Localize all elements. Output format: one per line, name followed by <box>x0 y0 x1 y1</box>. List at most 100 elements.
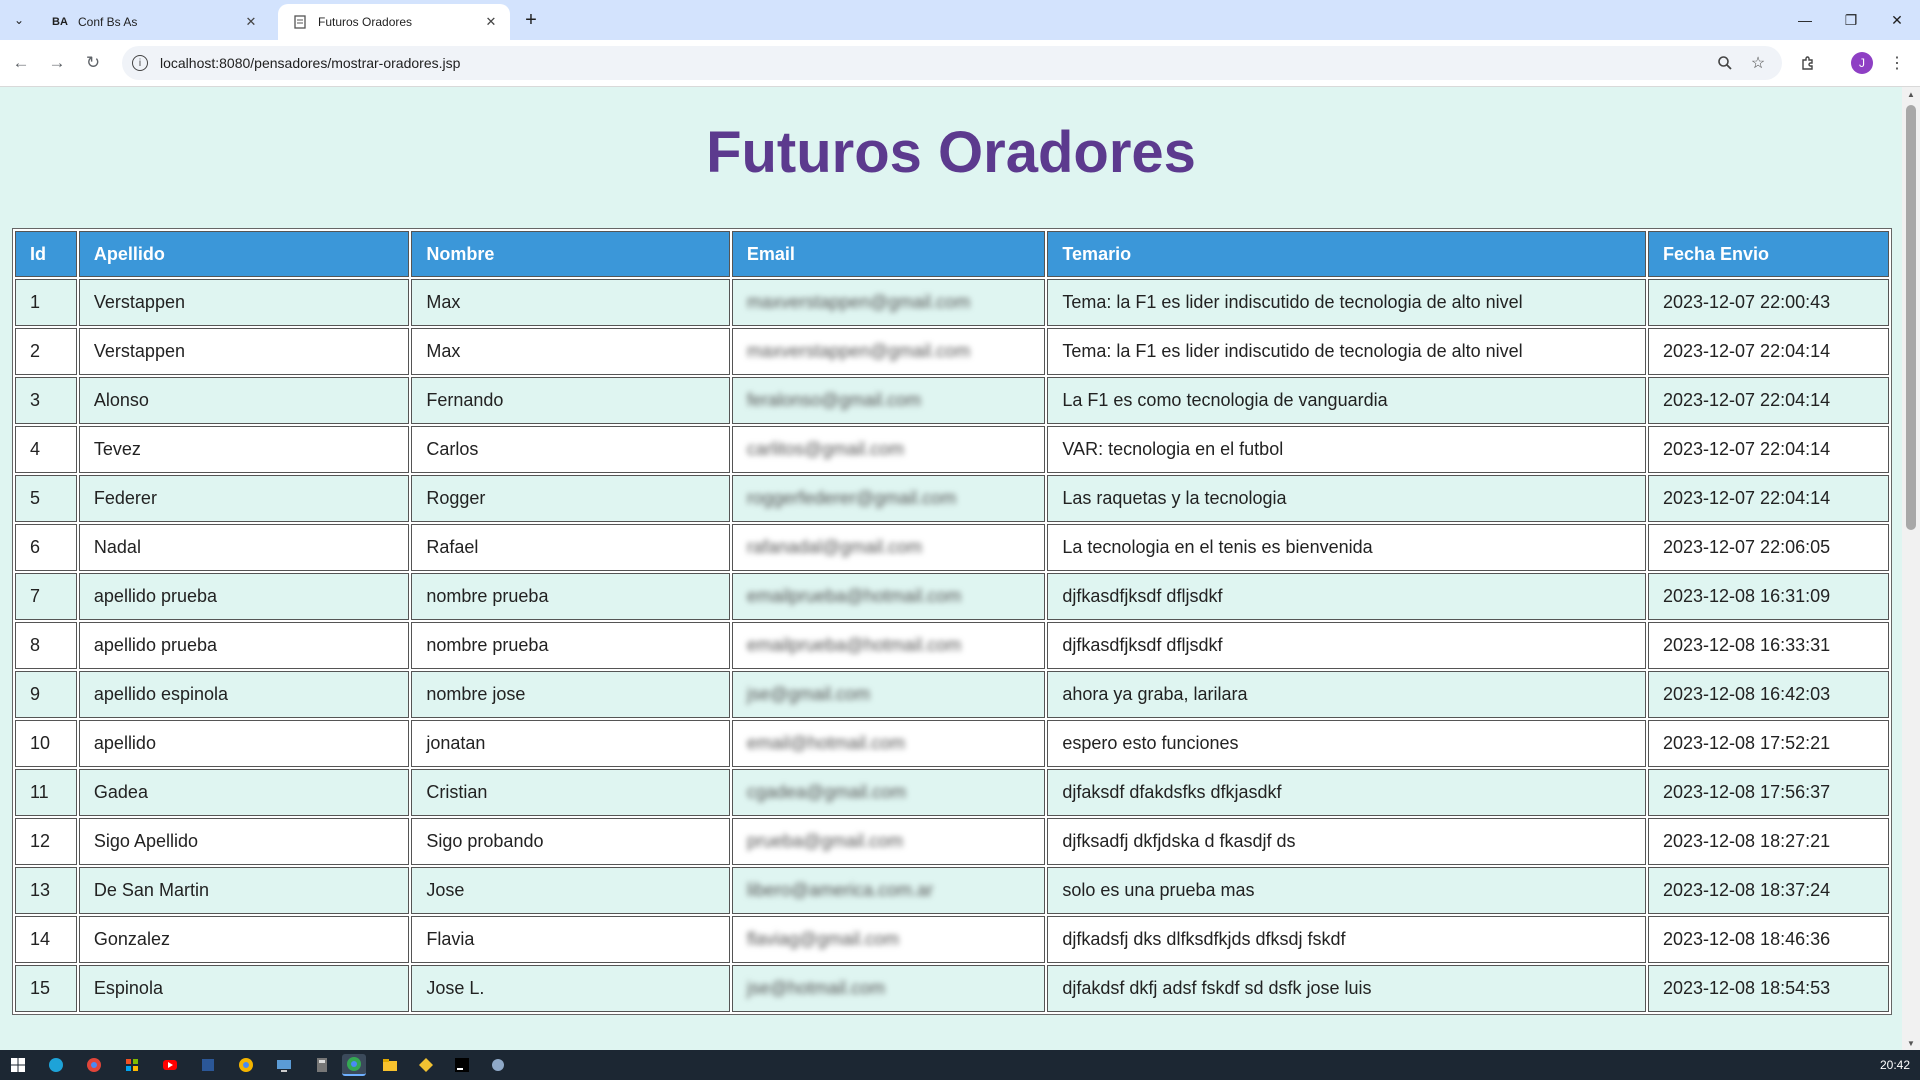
cell-email: feralonso@gmail.com <box>731 377 1046 424</box>
cell-email: prueba@gmail.com <box>731 818 1046 865</box>
cell-email: cgadea@gmail.com <box>731 769 1046 816</box>
email-value: carlitos@gmail.com <box>746 439 905 459</box>
git-icon[interactable] <box>414 1054 438 1076</box>
scrollbar-thumb[interactable] <box>1906 105 1916 530</box>
cell-nombre: Flavia <box>411 916 730 963</box>
minimize-icon[interactable]: — <box>1782 0 1828 40</box>
window-close-icon[interactable]: ✕ <box>1874 0 1920 40</box>
cell-id: 1 <box>15 279 77 326</box>
youtube-icon[interactable] <box>158 1054 182 1076</box>
column-header-email: Email <box>731 231 1046 277</box>
address-bar[interactable]: i localhost:8080/pensadores/mostrar-orad… <box>122 46 1782 80</box>
scroll-down-icon[interactable]: ▼ <box>1902 1036 1920 1050</box>
table-row: 7 apellido prueba nombre prueba emailprueba… <box>15 573 1889 620</box>
cell-temario: djfakdsf dkfj adsf fskdf sd dsfk jose lu… <box>1047 965 1646 1012</box>
cell-apellido: Verstappen <box>78 279 410 326</box>
cell-temario: Tema: la F1 es lider indiscutido de tecn… <box>1047 279 1646 326</box>
cell-nombre: Cristian <box>411 769 730 816</box>
page-scrollbar[interactable]: ▲ ▼ <box>1902 87 1920 1050</box>
cell-nombre: Jose L. <box>411 965 730 1012</box>
close-icon[interactable]: ✕ <box>242 13 260 31</box>
cell-temario: djfkasdfjksdf dfljsdkf <box>1047 573 1646 620</box>
remote-desktop-icon[interactable] <box>272 1054 296 1076</box>
cell-apellido: Verstappen <box>78 328 410 375</box>
site-info-icon[interactable]: i <box>132 55 148 71</box>
email-value: prueba@gmail.com <box>746 831 904 851</box>
close-icon[interactable]: ✕ <box>482 13 500 31</box>
start-icon[interactable] <box>6 1054 30 1076</box>
cell-nombre: Max <box>411 279 730 326</box>
new-tab-plus-icon[interactable]: + <box>520 9 542 31</box>
restore-icon[interactable]: ❐ <box>1828 0 1874 40</box>
chrome-active-icon[interactable] <box>342 1054 366 1076</box>
cell-fecha-envio: 2023-12-07 22:00:43 <box>1647 279 1889 326</box>
table-row: 1 Verstappen Max maxverstappen@gmail.com Tem… <box>15 279 1889 326</box>
tab-conf-bs-as[interactable]: BA Conf Bs As ✕ <box>38 4 270 40</box>
menu-kebab-icon[interactable]: ⋮ <box>1886 52 1908 74</box>
email-value: libero@america.com.ar <box>746 880 934 900</box>
cell-id: 11 <box>15 769 77 816</box>
cell-email: libero@america.com.ar <box>731 867 1046 914</box>
cell-nombre: jonatan <box>411 720 730 767</box>
cell-id: 10 <box>15 720 77 767</box>
store-icon[interactable] <box>120 1054 144 1076</box>
table-row: 2 Verstappen Max maxverstappen@gmail.com Tem… <box>15 328 1889 375</box>
column-header-nombre: Nombre <box>411 231 730 277</box>
back-arrow-icon[interactable]: ← <box>8 50 34 76</box>
bookmark-star-icon[interactable]: ☆ <box>1747 52 1769 74</box>
cell-fecha-envio: 2023-12-07 22:04:14 <box>1647 328 1889 375</box>
extensions-icon[interactable] <box>1797 52 1819 74</box>
tool-icon[interactable] <box>486 1054 510 1076</box>
cell-email: email@hotmail.com <box>731 720 1046 767</box>
intellij-icon[interactable] <box>450 1054 474 1076</box>
app-icon[interactable] <box>196 1054 220 1076</box>
cell-fecha-envio: 2023-12-08 18:27:21 <box>1647 818 1889 865</box>
cell-id: 15 <box>15 965 77 1012</box>
cell-apellido: apellido prueba <box>78 573 410 620</box>
cell-id: 6 <box>15 524 77 571</box>
cell-temario: VAR: tecnologia en el futbol <box>1047 426 1646 473</box>
cell-fecha-envio: 2023-12-08 16:33:31 <box>1647 622 1889 669</box>
cell-id: 13 <box>15 867 77 914</box>
cell-temario: espero esto funciones <box>1047 720 1646 767</box>
cell-fecha-envio: 2023-12-08 17:52:21 <box>1647 720 1889 767</box>
reload-icon[interactable]: ↻ <box>80 50 106 76</box>
cell-temario: djfksadfj dkfjdska d fkasdjf ds <box>1047 818 1646 865</box>
cell-email: roggerfederer@gmail.com <box>731 475 1046 522</box>
forward-arrow-icon[interactable]: → <box>44 50 70 76</box>
tab-strip: ⌄ BA Conf Bs As ✕ Futuros Oradores ✕ + —… <box>0 0 1920 40</box>
chrome-icon[interactable] <box>82 1054 106 1076</box>
cell-id: 9 <box>15 671 77 718</box>
cell-apellido: apellido prueba <box>78 622 410 669</box>
taskbar-clock: 20:42 <box>1879 1058 1910 1072</box>
cell-fecha-envio: 2023-12-08 16:31:09 <box>1647 573 1889 620</box>
scroll-up-icon[interactable]: ▲ <box>1902 87 1920 101</box>
cell-nombre: nombre prueba <box>411 622 730 669</box>
zoom-icon[interactable] <box>1714 52 1736 74</box>
cell-id: 12 <box>15 818 77 865</box>
page-title: Futuros Oradores <box>706 120 1196 185</box>
cell-apellido: apellido espinola <box>78 671 410 718</box>
cell-id: 2 <box>15 328 77 375</box>
cell-id: 7 <box>15 573 77 620</box>
column-header-fecha-envio: Fecha Envio <box>1647 231 1889 277</box>
email-value: maxverstappen@gmail.com <box>746 341 971 361</box>
chrome-icon[interactable] <box>234 1054 258 1076</box>
cell-fecha-envio: 2023-12-08 18:54:53 <box>1647 965 1889 1012</box>
profile-avatar[interactable]: J <box>1851 52 1873 74</box>
tab-futuros-oradores[interactable]: Futuros Oradores ✕ <box>278 4 510 40</box>
cell-apellido: De San Martin <box>78 867 410 914</box>
cell-apellido: Gadea <box>78 769 410 816</box>
cell-apellido: Nadal <box>78 524 410 571</box>
table-header-row: Id Apellido Nombre Email Temario Fecha E… <box>15 231 1889 277</box>
url-text[interactable]: localhost:8080/pensadores/mostrar-orador… <box>160 55 460 71</box>
file-explorer-icon[interactable] <box>378 1054 402 1076</box>
tab-search-button[interactable]: ⌄ <box>8 9 30 31</box>
calculator-icon[interactable] <box>310 1054 334 1076</box>
cell-id: 14 <box>15 916 77 963</box>
table-row: 12 Sigo Apellido Sigo probando prueba@gmail… <box>15 818 1889 865</box>
edge-icon[interactable] <box>44 1054 68 1076</box>
table-row: 10 apellido jonatan email@hotmail.com espero… <box>15 720 1889 767</box>
cell-fecha-envio: 2023-12-07 22:04:14 <box>1647 377 1889 424</box>
email-value: email@hotmail.com <box>746 733 906 753</box>
